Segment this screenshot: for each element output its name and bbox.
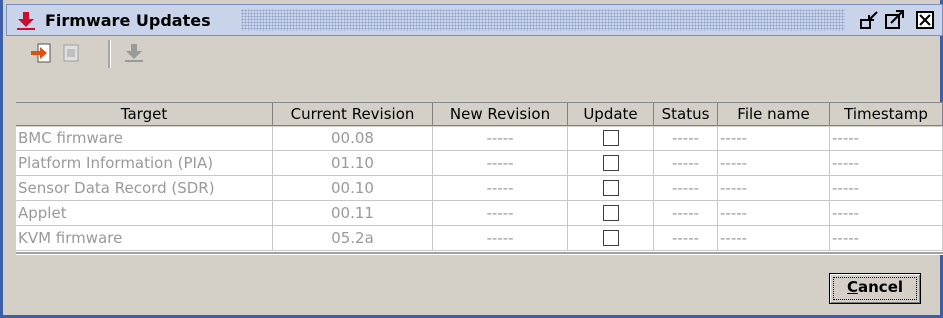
- download-arrow-icon: [17, 12, 35, 30]
- cell-file-name: -----: [718, 201, 830, 226]
- cell-target: Platform Information (PIA): [16, 151, 273, 176]
- bottom-separator: [16, 252, 943, 255]
- cell-status: -----: [654, 201, 718, 226]
- cell-new-revision: -----: [433, 201, 568, 226]
- cell-status: -----: [654, 226, 718, 251]
- cell-file-name: -----: [718, 126, 830, 151]
- cell-status: -----: [654, 176, 718, 201]
- table-row[interactable]: Platform Information (PIA) 01.10 ----- -…: [16, 151, 943, 176]
- cell-timestamp: -----: [830, 176, 943, 201]
- cell-status: -----: [654, 126, 718, 151]
- cell-file-name: -----: [718, 176, 830, 201]
- cell-file-name: -----: [718, 226, 830, 251]
- toolbar: [10, 36, 936, 70]
- column-header-target[interactable]: Target: [16, 103, 273, 126]
- column-header-new-revision[interactable]: New Revision: [433, 103, 568, 126]
- cell-update: [568, 226, 654, 251]
- cell-target: Applet: [16, 201, 273, 226]
- cell-current-revision: 00.11: [273, 201, 433, 226]
- table-header: Target Current Revision New Revision Upd…: [16, 102, 943, 127]
- column-header-timestamp[interactable]: Timestamp: [830, 103, 943, 126]
- focus-ring: [833, 277, 917, 300]
- cell-update: [568, 126, 654, 151]
- import-arrow-icon[interactable]: [30, 42, 52, 64]
- column-header-update[interactable]: Update: [568, 103, 654, 126]
- update-checkbox[interactable]: [603, 130, 619, 146]
- title-bar-texture: [241, 9, 845, 31]
- update-checkbox[interactable]: [603, 155, 619, 171]
- cell-target: BMC firmware: [16, 126, 273, 151]
- minimize-icon[interactable]: [859, 10, 881, 30]
- update-checkbox[interactable]: [603, 230, 619, 246]
- cell-status: -----: [654, 151, 718, 176]
- title-bar[interactable]: Firmware Updates: [6, 4, 943, 36]
- download-arrow-icon[interactable]: [123, 42, 145, 64]
- cell-current-revision: 00.10: [273, 176, 433, 201]
- table-row[interactable]: Sensor Data Record (SDR) 00.10 ----- ---…: [16, 176, 943, 201]
- document-icon[interactable]: [60, 42, 82, 64]
- cell-target: Sensor Data Record (SDR): [16, 176, 273, 201]
- cell-new-revision: -----: [433, 126, 568, 151]
- maximize-icon[interactable]: [884, 10, 906, 30]
- cell-new-revision: -----: [433, 176, 568, 201]
- update-checkbox[interactable]: [603, 180, 619, 196]
- close-icon[interactable]: [915, 10, 937, 30]
- cell-update: [568, 176, 654, 201]
- cell-current-revision: 01.10: [273, 151, 433, 176]
- cell-timestamp: -----: [830, 126, 943, 151]
- cell-update: [568, 201, 654, 226]
- cell-current-revision: 00.08: [273, 126, 433, 151]
- column-header-file-name[interactable]: File name: [718, 103, 830, 126]
- column-header-current-revision[interactable]: Current Revision: [273, 103, 433, 126]
- column-header-status[interactable]: Status: [654, 103, 718, 126]
- update-checkbox[interactable]: [603, 205, 619, 221]
- table-row[interactable]: Applet 00.11 ----- ----- ----- -----: [16, 201, 943, 226]
- cell-current-revision: 05.2a: [273, 226, 433, 251]
- window-title: Firmware Updates: [45, 11, 211, 30]
- cell-target: KVM firmware: [16, 226, 273, 251]
- cancel-button[interactable]: Cancel: [829, 273, 921, 304]
- cell-timestamp: -----: [830, 201, 943, 226]
- toolbar-separator: [108, 40, 111, 68]
- cell-timestamp: -----: [830, 226, 943, 251]
- cell-file-name: -----: [718, 151, 830, 176]
- cell-new-revision: -----: [433, 151, 568, 176]
- cell-timestamp: -----: [830, 151, 943, 176]
- table-row[interactable]: BMC firmware 00.08 ----- ----- ----- ---…: [16, 126, 943, 151]
- table-row[interactable]: KVM firmware 05.2a ----- ----- ----- ---…: [16, 226, 943, 251]
- cell-update: [568, 151, 654, 176]
- cell-new-revision: -----: [433, 226, 568, 251]
- firmware-updates-window: Firmware Updates Target Current Revision…: [0, 0, 943, 318]
